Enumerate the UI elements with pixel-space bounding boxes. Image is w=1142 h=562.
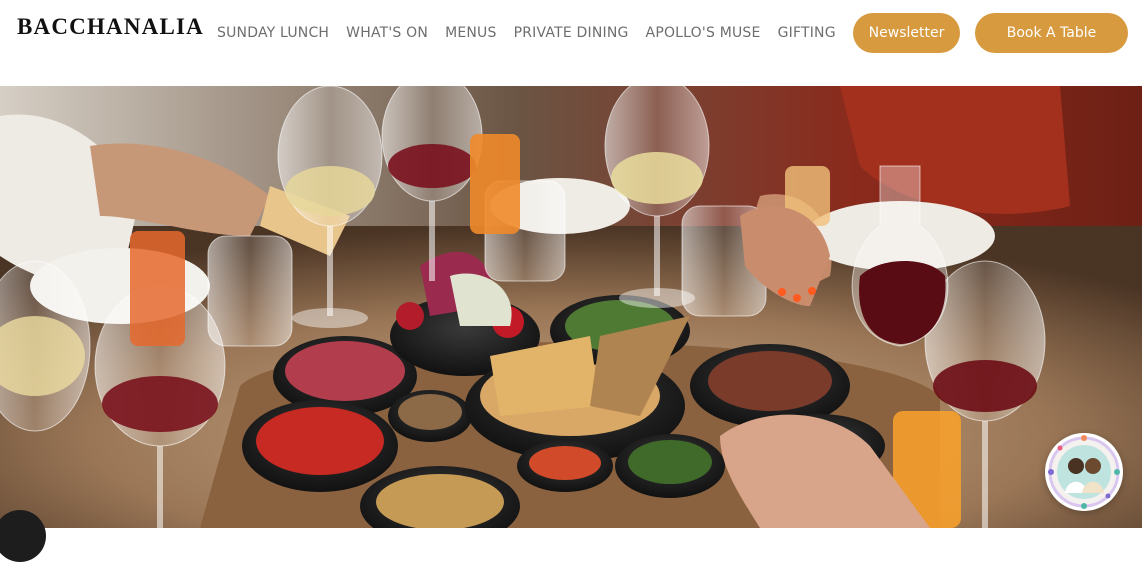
- nav-item-menus[interactable]: MENUS: [445, 25, 497, 41]
- site-header: BACCHANALIA SUNDAY LUNCH WHAT'S ON MENUS…: [0, 0, 1142, 86]
- nav-item-whats-on[interactable]: WHAT'S ON: [346, 25, 428, 41]
- chat-avatar-icon: [1048, 435, 1120, 509]
- nav-item-sunday-lunch[interactable]: SUNDAY LUNCH: [217, 25, 329, 41]
- dining-table-photo: [0, 86, 1142, 528]
- book-table-button[interactable]: Book A Table: [975, 13, 1128, 53]
- brand-logo[interactable]: BACCHANALIA: [17, 12, 204, 42]
- scroll-button-icon[interactable]: [0, 510, 46, 562]
- hero-image: [0, 86, 1142, 528]
- chat-widget-button[interactable]: [1045, 433, 1123, 511]
- newsletter-button[interactable]: Newsletter: [853, 13, 960, 53]
- nav-item-private-dining[interactable]: PRIVATE DINING: [514, 25, 629, 41]
- main-nav: SUNDAY LUNCH WHAT'S ON MENUS PRIVATE DIN…: [217, 22, 853, 44]
- nav-item-apollos-muse[interactable]: APOLLO'S MUSE: [646, 25, 761, 41]
- nav-item-gifting[interactable]: GIFTING: [778, 25, 836, 41]
